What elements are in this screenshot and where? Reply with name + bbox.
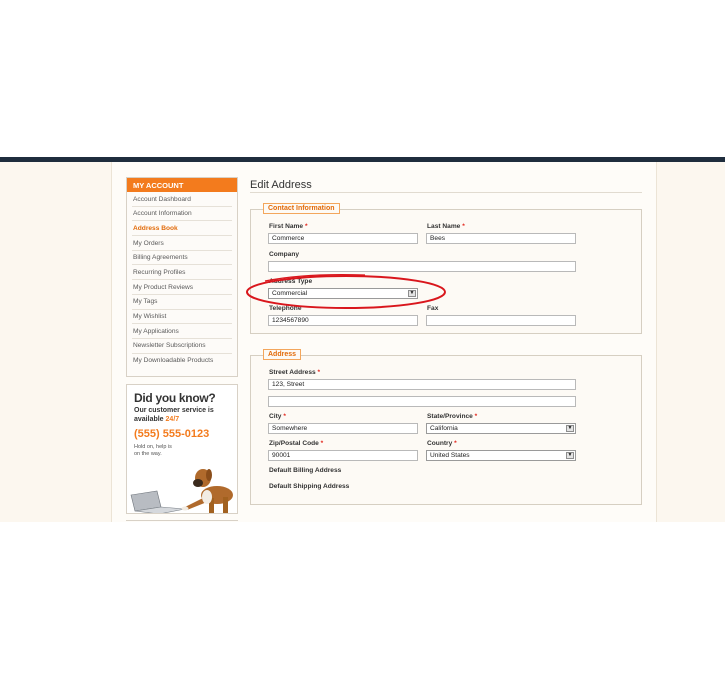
- account-nav-heading: MY ACCOUNT: [127, 178, 237, 192]
- telephone-field[interactable]: 1234567890: [268, 315, 418, 326]
- promo-text-line2-prefix: available: [134, 416, 166, 423]
- promo-phone-number: (555) 555-0123: [134, 428, 210, 440]
- country-label: Country *: [427, 440, 457, 447]
- state-province-label-text: State/Province: [427, 413, 473, 420]
- street-address-label: Street Address *: [269, 369, 320, 376]
- sidebar-item-my-applications[interactable]: My Applications: [132, 324, 232, 339]
- default-billing-address-label: Default Billing Address: [269, 467, 342, 474]
- sidebar-item-account-information[interactable]: Account Information: [132, 207, 232, 222]
- sidebar-divider: [126, 520, 238, 521]
- account-nav-list: Account Dashboard Account Information Ad…: [127, 192, 237, 368]
- first-name-label-text: First Name: [269, 223, 304, 230]
- street-address-label-text: Street Address: [269, 369, 316, 376]
- country-label-text: Country: [427, 440, 453, 447]
- highlight-annotation-oval: [246, 274, 446, 309]
- required-marker: *: [462, 223, 465, 230]
- sidebar-item-my-downloadable-products[interactable]: My Downloadable Products: [132, 354, 232, 369]
- promo-title: Did you know?: [134, 391, 216, 405]
- zip-postal-code-label: Zip/Postal Code *: [269, 440, 323, 447]
- city-label-text: City: [269, 413, 282, 420]
- promo-text-line2: available 24/7: [134, 416, 179, 423]
- chevron-down-icon: ▼: [566, 425, 574, 432]
- sidebar-item-my-product-reviews[interactable]: My Product Reviews: [132, 280, 232, 295]
- last-name-label-text: Last Name: [427, 223, 461, 230]
- sidebar-item-address-book[interactable]: Address Book: [132, 221, 232, 237]
- default-shipping-address-label: Default Shipping Address: [269, 483, 350, 490]
- required-marker: *: [304, 223, 308, 230]
- state-province-select[interactable]: California ▼: [426, 423, 576, 434]
- required-marker: *: [474, 413, 478, 420]
- required-marker: *: [454, 440, 457, 447]
- zip-postal-code-field[interactable]: 90001: [268, 450, 418, 461]
- sidebar-item-my-orders[interactable]: My Orders: [132, 236, 232, 251]
- promo-text-line1: Our customer service is: [134, 407, 214, 414]
- sidebar-item-newsletter-subscriptions[interactable]: Newsletter Subscriptions: [132, 339, 232, 354]
- last-name-label: Last Name *: [427, 223, 465, 230]
- street-address-line1-field[interactable]: 123, Street: [268, 379, 576, 390]
- sidebar-item-recurring-profiles[interactable]: Recurring Profiles: [132, 265, 232, 281]
- sidebar-item-billing-agreements[interactable]: Billing Agreements: [132, 251, 232, 266]
- company-field[interactable]: [268, 261, 576, 272]
- required-marker: *: [283, 413, 286, 420]
- sidebar-item-my-wishlist[interactable]: My Wishlist: [132, 310, 232, 325]
- city-label: City *: [269, 413, 286, 420]
- first-name-label: First Name *: [269, 223, 308, 230]
- account-nav-block: MY ACCOUNT Account Dashboard Account Inf…: [126, 177, 238, 377]
- chevron-down-icon: ▼: [566, 452, 574, 459]
- state-province-label: State/Province *: [427, 413, 477, 420]
- contact-information-legend: Contact Information: [263, 203, 340, 214]
- address-legend: Address: [263, 349, 302, 360]
- promo-availability: 24/7: [165, 416, 180, 423]
- fax-field[interactable]: [426, 315, 576, 326]
- required-marker: *: [320, 440, 324, 447]
- required-marker: *: [317, 369, 321, 376]
- customer-service-promo[interactable]: Did you know? Our customer service is av…: [126, 384, 238, 514]
- title-divider: [250, 192, 642, 193]
- sidebar-item-account-dashboard[interactable]: Account Dashboard: [132, 192, 232, 207]
- page-title: Edit Address: [250, 179, 312, 191]
- street-address-line2-field[interactable]: [268, 396, 576, 407]
- last-name-field[interactable]: Bees: [426, 233, 576, 244]
- promo-subtext-line1: Hold on, help is: [134, 444, 172, 450]
- promo-subtext-line2: on the way.: [134, 451, 162, 457]
- country-select[interactable]: United States ▼: [426, 450, 576, 461]
- city-field[interactable]: Somewhere: [268, 423, 418, 434]
- company-label: Company: [269, 251, 300, 258]
- first-name-field[interactable]: Commerce: [268, 233, 418, 244]
- sidebar-item-my-tags[interactable]: My Tags: [132, 295, 232, 310]
- country-value: United States: [430, 452, 470, 459]
- zip-postal-code-label-text: Zip/Postal Code: [269, 440, 319, 447]
- state-province-value: California: [430, 425, 458, 432]
